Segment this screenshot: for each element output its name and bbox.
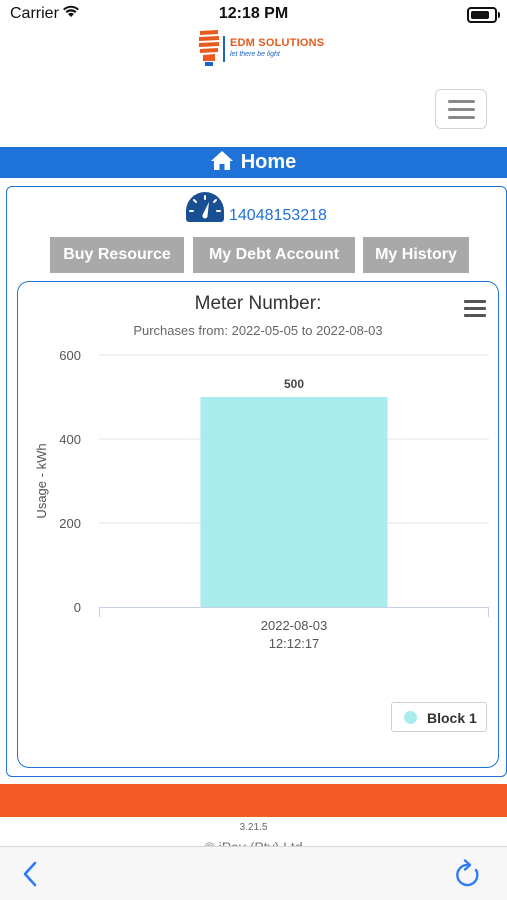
chart-legend[interactable]: Block 1: [391, 702, 487, 732]
x-tick-label: 12:12:17: [269, 636, 320, 651]
y-tick-label: 400: [59, 432, 81, 447]
debt-account-button[interactable]: My Debt Account: [193, 237, 355, 273]
browser-toolbar: [0, 846, 507, 900]
usage-chart: 0 200 400 600 Usage - kWh 500 2022-08-03 12:12:…: [34, 348, 489, 651]
footer-bar: [0, 784, 507, 817]
hamburger-line: [448, 100, 475, 103]
reload-icon[interactable]: [454, 859, 482, 889]
y-tick-label: 600: [59, 348, 81, 363]
home-header[interactable]: Home: [0, 147, 507, 178]
chart-menu-icon[interactable]: [464, 300, 486, 318]
home-icon: [210, 151, 233, 170]
legend-label: Block 1: [427, 710, 477, 726]
chart-subtitle: Purchases from: 2022-05-05 to 2022-08-03: [133, 323, 383, 338]
hamburger-line: [448, 108, 475, 111]
meter-row: 14048153218: [7, 191, 507, 229]
data-label: 500: [284, 377, 304, 391]
chart-title: Meter Number:: [194, 293, 322, 314]
page-title: Home: [240, 151, 297, 173]
bulb-logo-icon: [199, 30, 219, 66]
bar: [200, 397, 388, 607]
logo-divider: [223, 36, 225, 62]
hamburger-menu-button[interactable]: [435, 89, 487, 129]
hamburger-line: [448, 116, 475, 119]
chart-menu-line: [464, 300, 486, 303]
meter-panel: 14048153218 Buy Resource My Debt Account…: [6, 186, 507, 777]
status-bar: Carrier 12:18 PM: [0, 0, 507, 30]
speedometer-icon: [186, 192, 224, 222]
y-tick-label: 0: [74, 600, 81, 615]
legend-swatch: [404, 711, 417, 724]
buy-resource-button[interactable]: Buy Resource: [50, 237, 184, 273]
chevron-left-icon[interactable]: [22, 861, 38, 887]
history-button[interactable]: My History: [363, 237, 469, 273]
meter-number[interactable]: 14048153218: [229, 207, 327, 225]
logo-tagline: let there be light: [230, 51, 280, 58]
brand-logo: EDM SOLUTIONS let there be light: [195, 28, 325, 70]
chart-menu-line: [464, 307, 486, 310]
app-version: 3.21.5: [239, 822, 268, 833]
battery-icon: [467, 7, 500, 23]
chart-menu-line: [464, 314, 486, 317]
x-tick-label: 2022-08-03: [261, 618, 328, 633]
logo-name: EDM SOLUTIONS: [230, 37, 325, 49]
clock: 12:18 PM: [218, 5, 289, 22]
y-tick-label: 200: [59, 516, 81, 531]
usage-chart-card: 0 200 400 600 Usage - kWh 500 2022-08-03 12:12:…: [17, 281, 499, 768]
y-axis-label: Usage - kWh: [34, 443, 49, 518]
